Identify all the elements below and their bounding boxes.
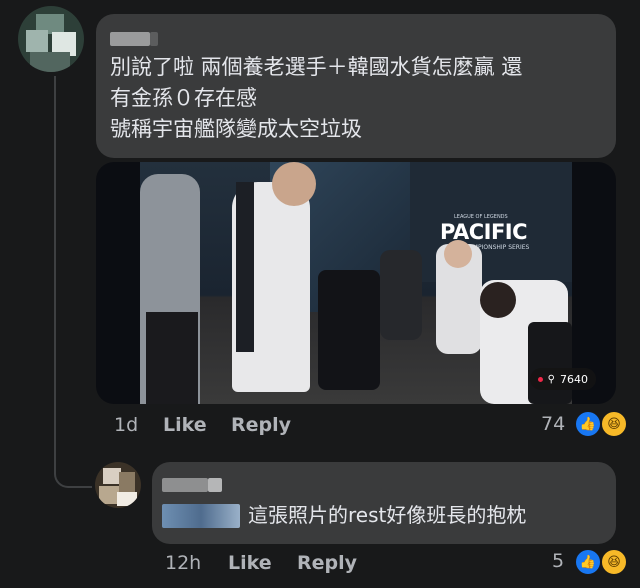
views-badge: ⚲ 7640 <box>529 368 596 390</box>
reply-haha-icon: 😆 <box>600 548 628 576</box>
comment-bubble: 別說了啦 兩個養老選手＋韓國水貨怎麼贏 還 有金孫０存在感 號稱宇宙艦隊變成太空… <box>96 14 616 158</box>
thread-line <box>54 76 92 488</box>
reply-name-blurred[interactable] <box>162 478 208 492</box>
reply-like-button[interactable]: Like <box>228 552 272 574</box>
like-button[interactable]: Like <box>163 414 207 436</box>
live-dot-icon <box>537 376 543 382</box>
reply-button[interactable]: Reply <box>231 414 291 436</box>
comment-time[interactable]: 1d <box>114 414 138 436</box>
reply-avatar[interactable] <box>95 462 141 508</box>
reply-reaction-count[interactable]: 5 <box>552 550 564 572</box>
reply-bubble: 這張照片的rest好像班長的抱枕 <box>152 462 616 544</box>
commenter-avatar[interactable] <box>18 6 84 72</box>
reply-text: 這張照片的rest好像班長的抱枕 <box>248 503 527 527</box>
viewer-icon: ⚲ <box>547 373 555 385</box>
reply-time[interactable]: 12h <box>165 552 201 574</box>
like-icon: 👍 <box>574 410 602 438</box>
reply-reply-button[interactable]: Reply <box>297 552 357 574</box>
reply-name-blur-part <box>208 478 222 492</box>
jersey-stripe <box>236 182 254 352</box>
player-head-down-hair <box>480 282 516 318</box>
comment-text-line-1: 別說了啦 兩個養老選手＋韓國水貨怎麼贏 還 <box>110 55 523 79</box>
views-count: 7640 <box>560 372 588 386</box>
person-left-legs <box>146 312 198 404</box>
player-sitting-head <box>444 240 472 268</box>
comment-text-line-2: 有金孫０存在感 <box>110 86 257 110</box>
chair-right <box>528 322 572 404</box>
reaction-count[interactable]: 74 <box>541 413 565 435</box>
reply-like-icon: 👍 <box>574 548 602 576</box>
commenter-name-blur-part <box>150 32 158 46</box>
comment-photo[interactable]: LEAGUE OF LEGENDS PACIFIC CHAMPIONSHIP S… <box>96 162 616 404</box>
photo-scene: LEAGUE OF LEGENDS PACIFIC CHAMPIONSHIP S… <box>140 162 572 404</box>
comment-text-line-3: 號稱宇宙艦隊變成太空垃圾 <box>110 117 362 141</box>
tagged-name-blurred[interactable] <box>162 504 240 528</box>
gaming-chair <box>318 270 380 390</box>
person-sitting-back <box>380 250 422 340</box>
haha-icon: 😆 <box>600 410 628 438</box>
player-head <box>272 162 316 206</box>
commenter-name-blurred[interactable] <box>110 32 150 46</box>
